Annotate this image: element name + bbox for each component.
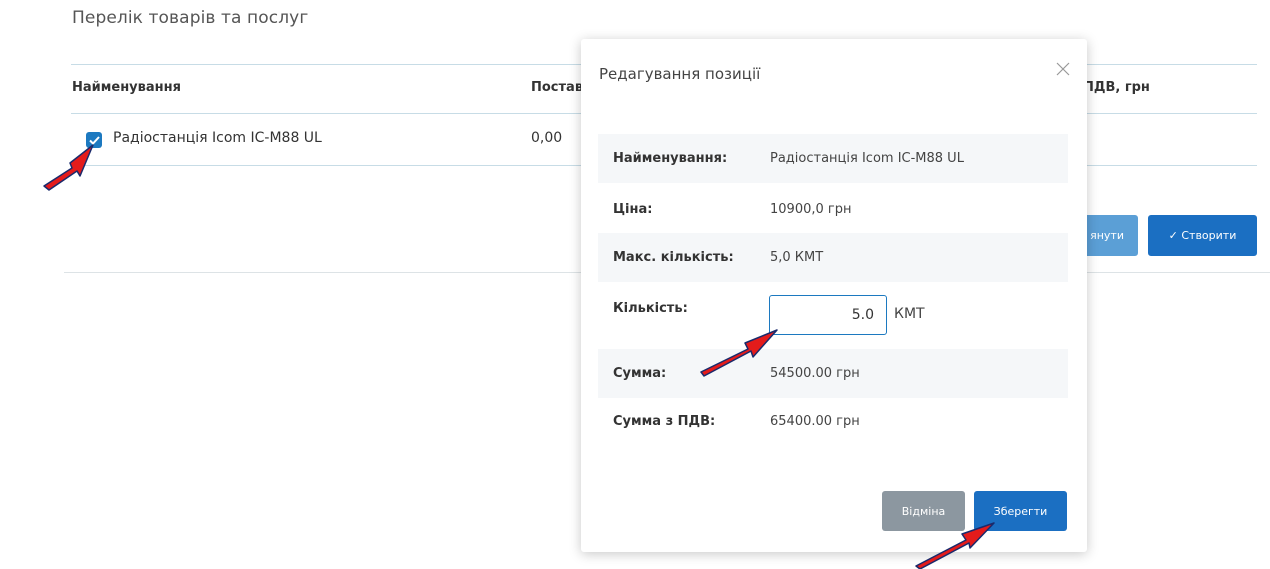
field-value-sum-vat: 65400.00 грн — [770, 414, 860, 429]
save-button[interactable]: Зберегти — [974, 491, 1067, 531]
column-header-name: Найменування — [72, 80, 181, 95]
create-button[interactable]: ✓ Створити — [1148, 215, 1257, 256]
field-row-price: Ціна: 10900,0 грн — [598, 185, 1068, 234]
field-value-sum: 54500.00 грн — [770, 366, 860, 381]
close-icon[interactable] — [1055, 61, 1071, 77]
column-header-supplier: Постав — [531, 80, 584, 95]
column-header-vat: ПДВ, грн — [1083, 80, 1150, 95]
field-label-sum: Сумма: — [613, 366, 667, 381]
quantity-input[interactable] — [769, 295, 887, 335]
field-row-sum-vat: Сумма з ПДВ: 65400.00 грн — [598, 397, 1068, 446]
section-title: Перелік товарів та послуг — [72, 8, 309, 28]
field-row-max-qty: Макс. кількість: 5,0 КМТ — [598, 233, 1068, 282]
check-icon — [88, 135, 100, 145]
field-value-price: 10900,0 грн — [770, 202, 852, 217]
field-row-sum: Сумма: 54500.00 грн — [598, 349, 1068, 398]
field-label-max-qty: Макс. кількість: — [613, 250, 734, 265]
field-label-name: Найменування: — [613, 151, 728, 166]
field-value-name: Радіостанція Icom IC-M88 UL — [770, 151, 964, 166]
row-checkbox[interactable] — [86, 132, 102, 148]
field-label-sum-vat: Сумма з ПДВ: — [613, 414, 716, 429]
field-label-qty: Кількість: — [613, 301, 688, 316]
quantity-unit: КМТ — [894, 306, 925, 322]
discard-button[interactable]: Відміна — [882, 491, 965, 531]
table-row-name: Радіостанція Icom IC-M88 UL — [113, 130, 322, 146]
field-value-max-qty: 5,0 КМТ — [770, 250, 824, 265]
field-label-price: Ціна: — [613, 202, 653, 217]
annotation-arrow — [43, 144, 94, 191]
table-row-value: 0,00 — [531, 130, 563, 146]
field-row-name: Найменування: Радіостанція Icom IC-M88 U… — [598, 134, 1068, 183]
edit-item-modal: Редагування позиції Найменування: Радіос… — [581, 39, 1087, 552]
modal-title: Редагування позиції — [599, 65, 761, 83]
